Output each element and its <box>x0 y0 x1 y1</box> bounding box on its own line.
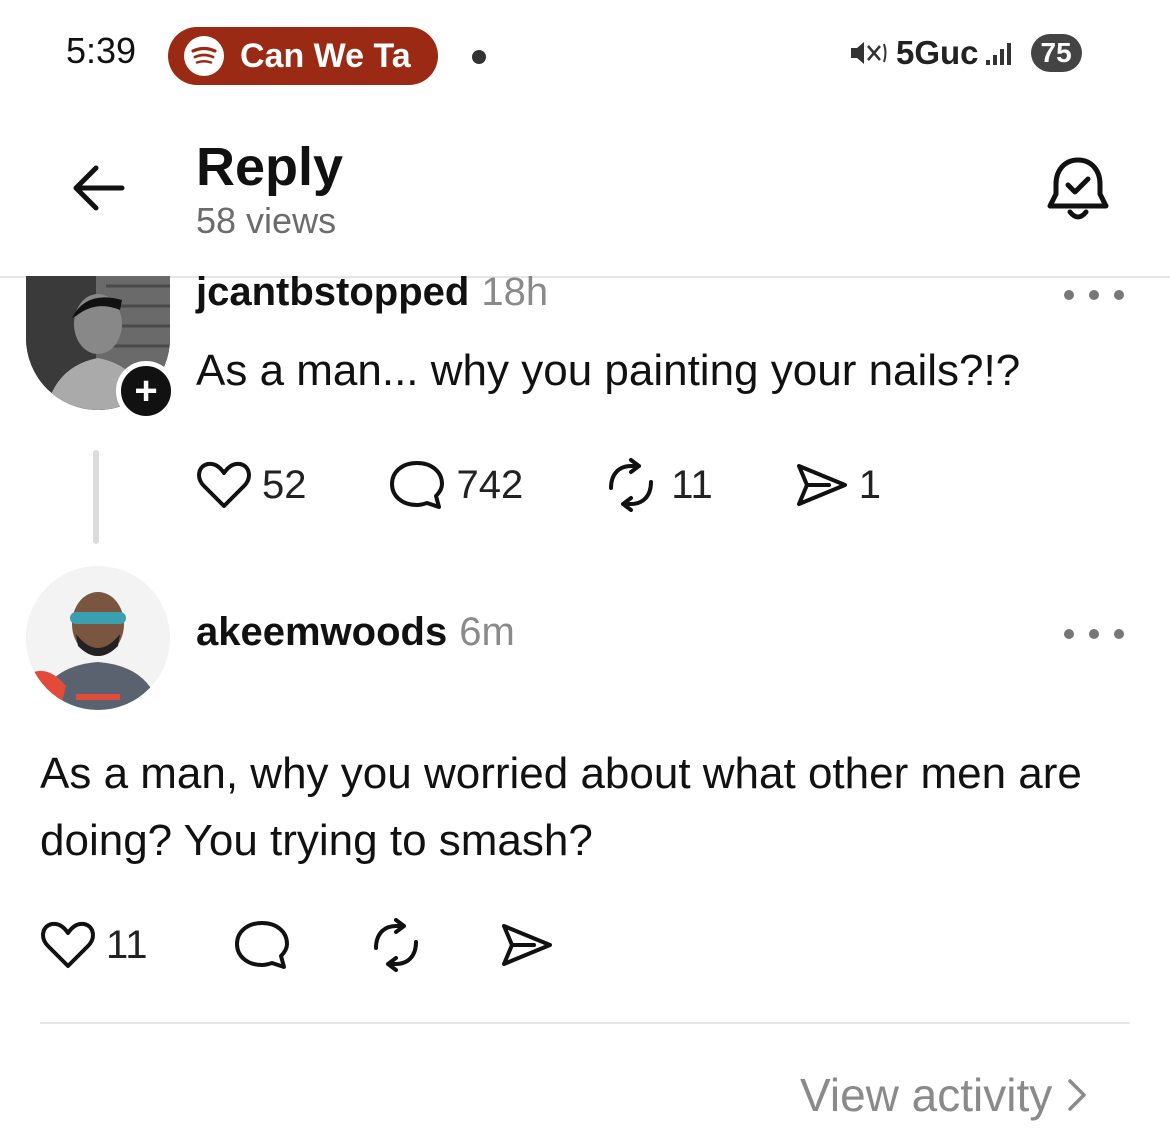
send-icon <box>501 924 552 966</box>
repost-icon <box>609 458 654 512</box>
username[interactable]: jcantbstopped <box>196 270 469 315</box>
username[interactable]: akeemwoods <box>196 610 447 655</box>
like-button[interactable]: 52 <box>196 460 307 510</box>
send-icon <box>796 464 847 506</box>
like-count: 11 <box>106 922 148 967</box>
network-type: 5Guc <box>896 34 979 71</box>
arrow-left-icon <box>73 165 125 211</box>
comment-icon <box>234 921 289 969</box>
post-actions: 11 <box>40 918 554 972</box>
more-dot <box>1089 629 1099 639</box>
more-dot <box>1064 290 1074 300</box>
heart-icon <box>197 461 251 508</box>
share-button[interactable] <box>498 920 554 970</box>
post-actions: 52 742 11 1 <box>196 458 881 512</box>
more-dot <box>1114 290 1124 300</box>
post-time: 6m <box>459 610 515 654</box>
like-button[interactable]: 11 <box>40 920 148 970</box>
more-dot <box>1064 629 1074 639</box>
heart-icon <box>41 921 95 968</box>
back-button[interactable] <box>66 160 130 216</box>
post-time: 18h <box>481 270 549 314</box>
header-divider <box>0 276 1170 278</box>
notification-dot <box>472 50 486 64</box>
signal-icon <box>985 43 1011 65</box>
repost-count: 11 <box>671 462 713 507</box>
repost-button[interactable] <box>366 918 426 972</box>
avatar[interactable] <box>26 566 170 710</box>
spotify-icon <box>184 36 224 76</box>
mute-vibrate-icon <box>851 42 887 64</box>
more-dot <box>1089 290 1099 300</box>
post-text: As a man, why you worried about what oth… <box>40 749 1082 865</box>
more-dot <box>1114 629 1124 639</box>
battery-level: 75 <box>1030 34 1082 72</box>
share-count: 1 <box>858 462 882 507</box>
more-options-button[interactable] <box>1064 624 1124 644</box>
comment-icon <box>389 461 444 509</box>
thread-line <box>93 450 99 544</box>
view-count: 58 views <box>196 200 337 241</box>
media-title: Can We Ta <box>240 36 411 75</box>
view-activity-label: View activity <box>800 1069 1053 1121</box>
post-header: akeemwoods 6m <box>196 610 515 655</box>
post-header: jcantbstopped 18h <box>196 270 548 315</box>
repost-button[interactable]: 11 <box>601 458 713 512</box>
reply-count: 742 <box>456 462 524 507</box>
status-icons: 5Guc 75 <box>848 34 1082 72</box>
footer-divider <box>40 1022 1130 1024</box>
status-time: 5:39 <box>66 30 137 71</box>
share-button[interactable]: 1 <box>793 460 881 510</box>
bell-check-icon <box>1047 157 1109 220</box>
more-options-button[interactable] <box>1064 285 1124 305</box>
chevron-right-icon <box>1068 1079 1086 1111</box>
repost-icon <box>373 918 418 972</box>
like-count: 52 <box>262 462 307 507</box>
media-playing-pill[interactable]: Can We Ta <box>168 27 438 85</box>
post-text: As a man... why you painting your nails?… <box>196 346 1021 395</box>
reply-button[interactable]: 742 <box>387 458 524 512</box>
page-title: Reply <box>196 137 344 197</box>
notifications-button[interactable] <box>1040 152 1116 228</box>
follow-plus-button[interactable]: + <box>116 361 176 421</box>
view-activity-link[interactable]: View activity <box>800 1068 1088 1122</box>
reply-button[interactable] <box>232 918 292 972</box>
